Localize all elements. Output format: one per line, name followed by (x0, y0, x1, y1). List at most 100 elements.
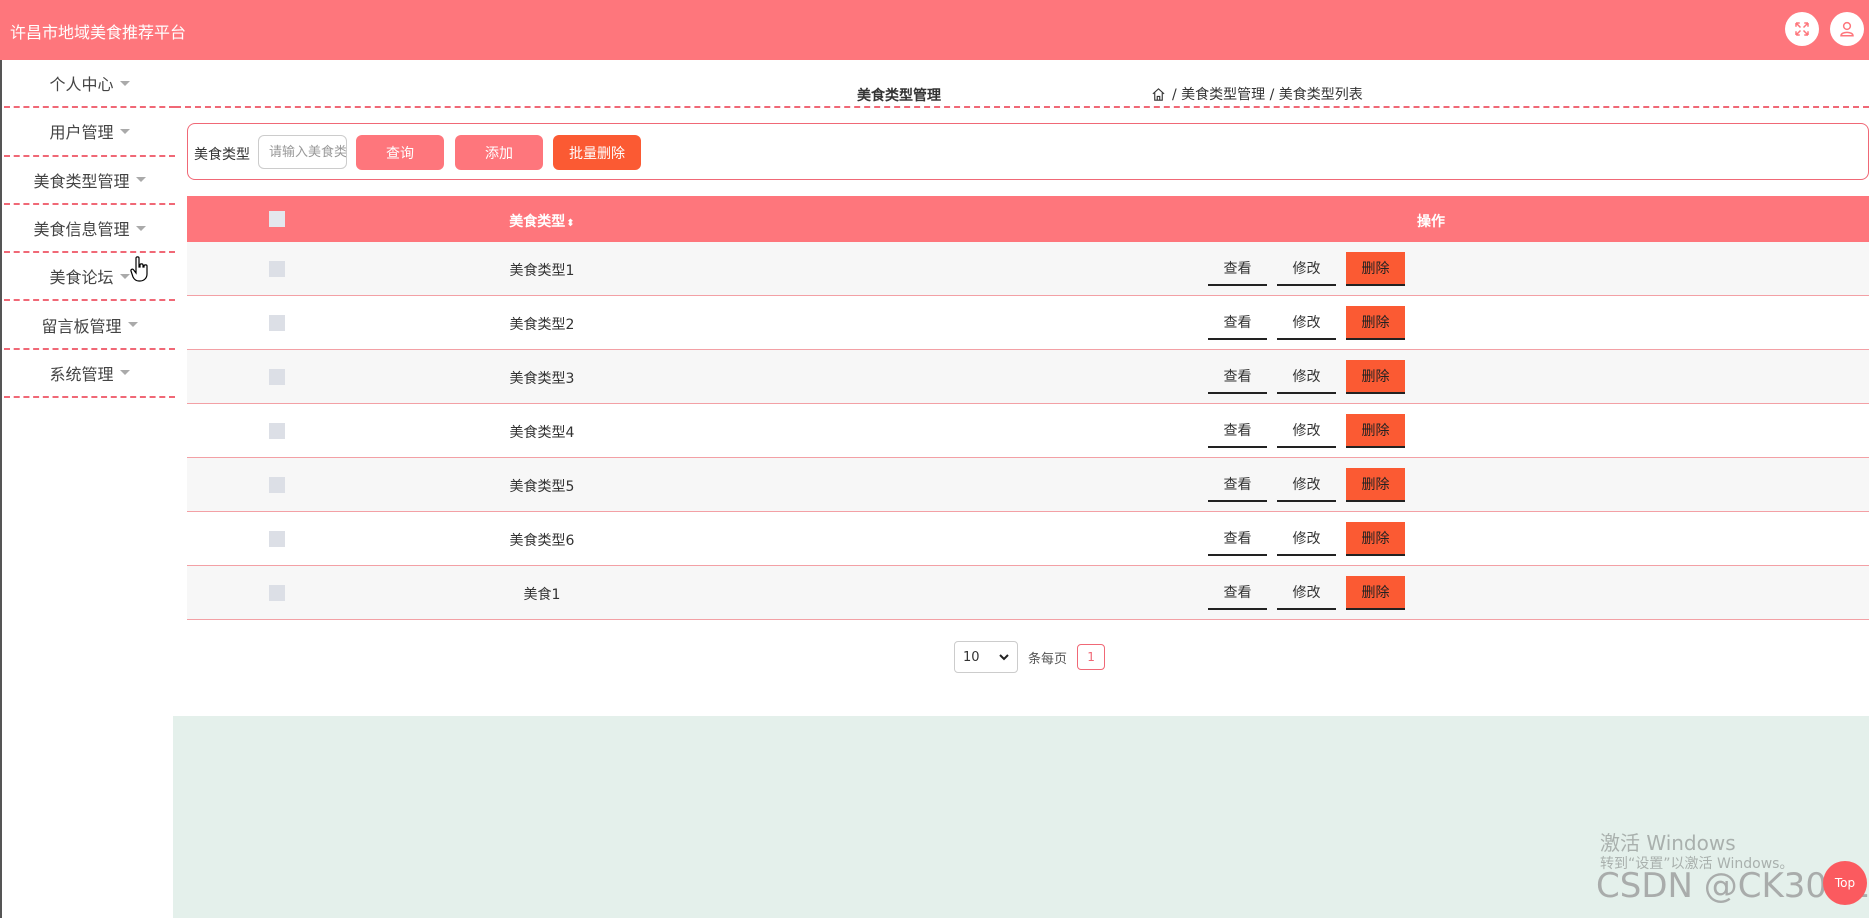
row-checkbox[interactable] (269, 477, 285, 493)
table-row: 美食类型3 查看 修改 删除 (187, 350, 1869, 404)
row-checkbox[interactable] (269, 315, 285, 331)
edit-button[interactable]: 修改 (1277, 414, 1336, 448)
table-row: 美食类型6 查看 修改 删除 (187, 512, 1869, 566)
row-actions: 查看 修改 删除 (1208, 576, 1405, 610)
food-type-cell: 美食类型6 (509, 533, 575, 549)
delete-button[interactable]: 删除 (1346, 468, 1405, 502)
search-panel: 美食类型 查询 添加 批量删除 (187, 123, 1869, 180)
sort-icon[interactable]: ⬍ (566, 218, 574, 229)
sidebar-item-food-type-management[interactable]: 美食类型管理 (4, 157, 175, 205)
edit-button[interactable]: 修改 (1277, 306, 1336, 340)
breadcrumb-bar: 美食类型管理 / 美食类型管理 / 美食类型列表 (175, 60, 1869, 108)
food-type-cell: 美食类型4 (509, 425, 575, 441)
caret-down-icon (119, 273, 130, 279)
delete-button[interactable]: 删除 (1346, 522, 1405, 556)
caret-down-icon (135, 225, 146, 231)
sidebar-item-label: 美食信息管理 (33, 220, 130, 240)
row-actions: 查看 修改 删除 (1208, 468, 1405, 502)
bulk-delete-button[interactable]: 批量删除 (553, 135, 641, 170)
top-navbar: 许昌市地域美食推荐平台 (0, 0, 1869, 60)
column-header-food-type[interactable]: 美食类型⬍ (427, 211, 657, 231)
caret-down-icon (119, 80, 130, 86)
row-checkbox[interactable] (269, 423, 285, 439)
edit-button[interactable]: 修改 (1277, 252, 1336, 286)
row-actions: 查看 修改 删除 (1208, 414, 1405, 448)
row-actions: 查看 修改 删除 (1208, 360, 1405, 394)
food-type-cell: 美食1 (523, 587, 561, 603)
food-type-cell: 美食类型1 (509, 263, 575, 279)
edit-button[interactable]: 修改 (1277, 522, 1336, 556)
fullscreen-button[interactable] (1785, 12, 1819, 46)
food-type-table: 美食类型⬍ 操作 美食类型1 查看 修改 删除 美食类型2 查看 修改 删除 美… (187, 196, 1869, 620)
caret-down-icon (135, 177, 146, 183)
view-button[interactable]: 查看 (1208, 252, 1267, 286)
view-button[interactable]: 查看 (1208, 576, 1267, 610)
caret-down-icon (127, 322, 138, 328)
row-checkbox[interactable] (269, 585, 285, 601)
sidebar-item-message-board[interactable]: 留言板管理 (4, 301, 175, 350)
select-all-checkbox[interactable] (269, 211, 285, 227)
delete-button[interactable]: 删除 (1346, 360, 1405, 394)
food-type-search-input[interactable] (258, 135, 347, 169)
page-size-select[interactable]: 10 (954, 641, 1018, 673)
sidebar-item-label: 留言板管理 (41, 316, 122, 336)
app-title: 许昌市地域美食推荐平台 (10, 23, 187, 42)
page-number-button[interactable]: 1 (1077, 644, 1106, 670)
row-actions: 查看 修改 删除 (1208, 306, 1405, 340)
home-icon[interactable] (1151, 87, 1166, 102)
sidebar-item-system-management[interactable]: 系统管理 (4, 350, 175, 399)
table-row: 美食类型4 查看 修改 删除 (187, 404, 1869, 458)
edit-button[interactable]: 修改 (1277, 468, 1336, 502)
row-checkbox[interactable] (269, 531, 285, 547)
view-button[interactable]: 查看 (1208, 414, 1267, 448)
fullscreen-icon (1795, 22, 1809, 36)
column-header-operations: 操作 (1417, 214, 1445, 230)
hand-cursor-icon (130, 256, 148, 282)
chevron-down-icon (999, 654, 1009, 661)
pagination: 10 条每页 1 (954, 641, 1106, 673)
sidebar-item-food-info-management[interactable]: 美食信息管理 (4, 205, 175, 254)
sidebar-item-label: 用户管理 (49, 123, 114, 143)
view-button[interactable]: 查看 (1208, 360, 1267, 394)
row-checkbox[interactable] (269, 369, 285, 385)
food-type-cell: 美食类型5 (509, 479, 575, 495)
table-row: 美食类型5 查看 修改 删除 (187, 458, 1869, 512)
caret-down-icon (119, 370, 130, 376)
table-header: 美食类型⬍ 操作 (187, 196, 1869, 242)
sidebar-item-user-management[interactable]: 用户管理 (4, 108, 175, 157)
table-row: 美食1 查看 修改 删除 (187, 566, 1869, 620)
page-size-value: 10 (963, 649, 980, 665)
add-button[interactable]: 添加 (455, 135, 543, 170)
view-button[interactable]: 查看 (1208, 522, 1267, 556)
food-type-cell: 美食类型3 (509, 371, 575, 387)
caret-down-icon (119, 128, 130, 134)
sidebar: 个人中心 用户管理 美食类型管理 美食信息管理 美食论坛 留言板管理 系统管理 (0, 60, 175, 399)
breadcrumb: / 美食类型管理 / 美食类型列表 (1151, 84, 1363, 104)
sidebar-item-label: 美食论坛 (49, 268, 114, 288)
view-button[interactable]: 查看 (1208, 306, 1267, 340)
delete-button[interactable]: 删除 (1346, 252, 1405, 286)
delete-button[interactable]: 删除 (1346, 306, 1405, 340)
back-to-top-button[interactable]: Top (1823, 861, 1867, 905)
page-title: 美食类型管理 (857, 88, 941, 104)
user-icon (1840, 21, 1854, 37)
search-label: 美食类型 (194, 147, 250, 163)
delete-button[interactable]: 删除 (1346, 414, 1405, 448)
edit-button[interactable]: 修改 (1277, 576, 1336, 610)
query-button[interactable]: 查询 (356, 135, 444, 170)
edit-button[interactable]: 修改 (1277, 360, 1336, 394)
view-button[interactable]: 查看 (1208, 468, 1267, 502)
sidebar-item-personal-center[interactable]: 个人中心 (4, 60, 175, 109)
food-type-cell: 美食类型2 (509, 317, 575, 333)
sidebar-item-label: 个人中心 (49, 75, 114, 95)
user-button[interactable] (1830, 12, 1864, 46)
sidebar-item-label: 美食类型管理 (33, 171, 130, 191)
row-actions: 查看 修改 删除 (1208, 522, 1405, 556)
breadcrumb-path: / 美食类型管理 / 美食类型列表 (1172, 87, 1363, 103)
row-checkbox[interactable] (269, 261, 285, 277)
row-actions: 查看 修改 删除 (1208, 252, 1405, 286)
per-page-label: 条每页 (1028, 651, 1068, 667)
delete-button[interactable]: 删除 (1346, 576, 1405, 610)
table-row: 美食类型1 查看 修改 删除 (187, 242, 1869, 296)
sidebar-item-label: 系统管理 (49, 364, 114, 384)
